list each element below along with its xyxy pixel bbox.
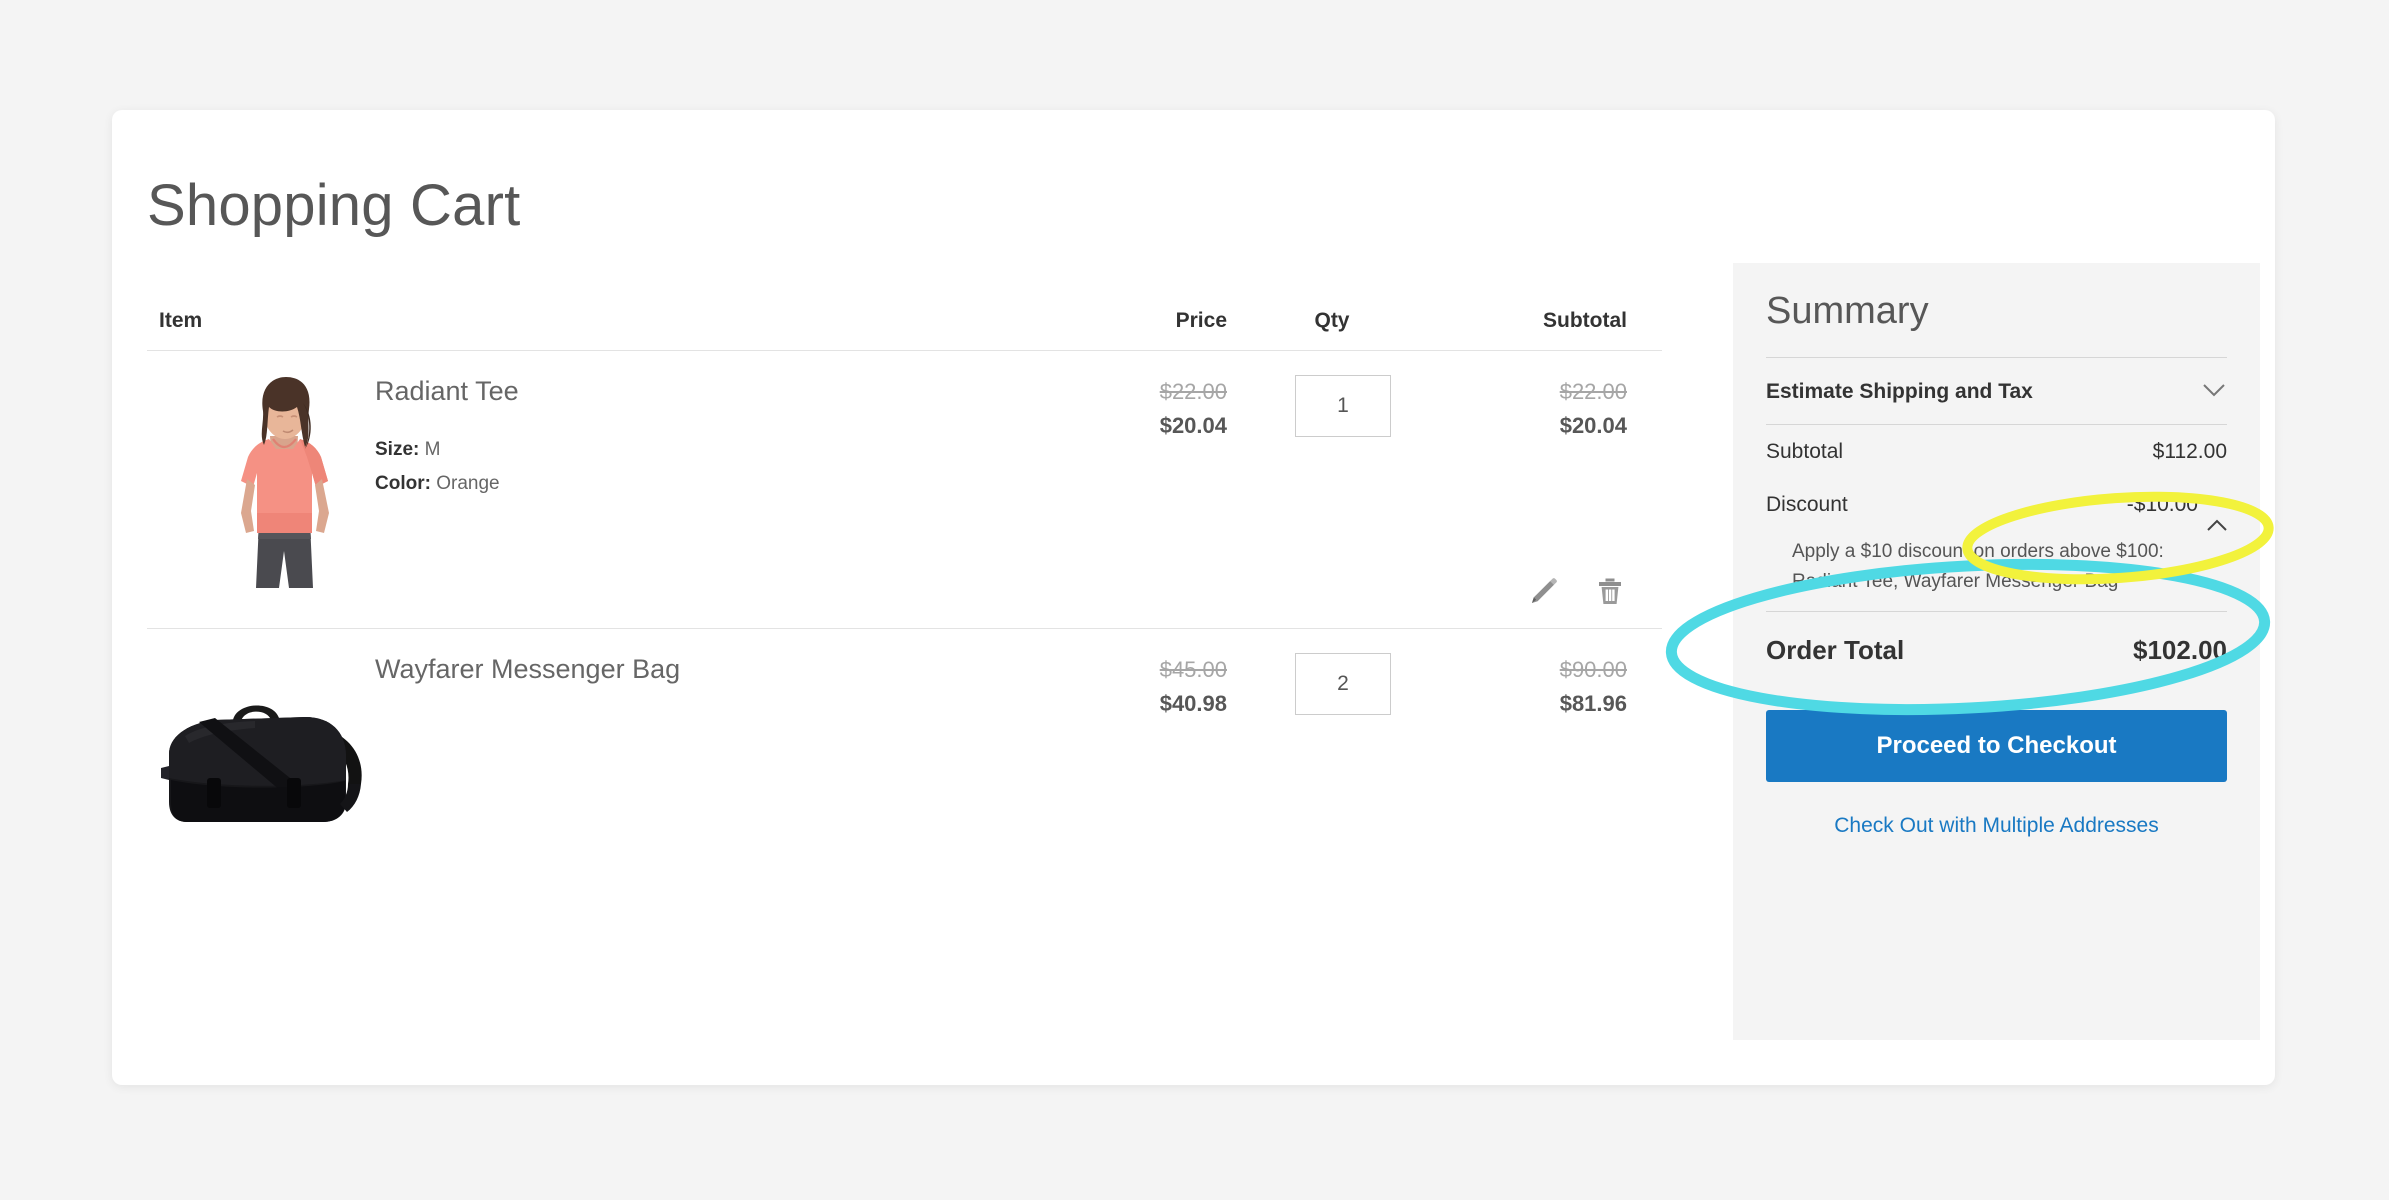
column-header-qty: Qty: [1314, 309, 1350, 332]
order-summary-panel: Summary Estimate Shipping and Tax Subtot…: [1733, 263, 2260, 1040]
order-total-value: $102.00: [2133, 634, 2227, 665]
item-subtotal-special: $20.04: [1559, 413, 1627, 438]
discount-rule-description: Apply a $10 discount on orders above $10…: [1766, 531, 2227, 612]
order-total-row: Order Total $102.00: [1766, 612, 2227, 688]
chevron-up-icon[interactable]: [2207, 498, 2227, 531]
item-price-special: $40.98: [1159, 691, 1227, 716]
discount-value: -$10.00: [2126, 492, 2198, 516]
table-row: Wayfarer Messenger Bag $45.00 $40.98 $90…: [147, 629, 1662, 879]
column-header-item: Item: [159, 309, 203, 332]
check-out-multiple-addresses-link[interactable]: Check Out with Multiple Addresses: [1766, 814, 2227, 838]
option-label: Size:: [375, 439, 420, 460]
estimate-shipping-and-tax-toggle[interactable]: Estimate Shipping and Tax: [1766, 358, 2227, 425]
item-price-cell: $22.00 $20.04: [1047, 375, 1227, 443]
item-option-size: Size: M: [375, 433, 500, 467]
chevron-down-icon: [2203, 383, 2225, 397]
discount-value-group[interactable]: -$10.00: [2127, 478, 2227, 531]
edit-pencil-icon[interactable]: [1529, 576, 1559, 606]
table-row: Radiant Tee Size: M Color: Orange $22.00…: [147, 351, 1662, 629]
qty-input[interactable]: [1295, 375, 1391, 437]
item-price-special: $20.04: [1159, 413, 1227, 438]
discount-label: Discount: [1766, 492, 1848, 516]
column-header-subtotal: Subtotal: [1543, 309, 1627, 332]
item-subtotal-cell: $90.00 $81.96: [1417, 653, 1627, 721]
item-subtotal-original: $22.00: [1559, 379, 1627, 404]
proceed-to-checkout-button[interactable]: Proceed to Checkout: [1766, 709, 2227, 782]
row-actions: [1529, 576, 1625, 606]
item-name[interactable]: Wayfarer Messenger Bag: [375, 654, 680, 685]
subtotal-value: $112.00: [2152, 439, 2227, 463]
qty-input[interactable]: [1295, 653, 1391, 715]
shopping-cart-card: Shopping Cart Item Price Qty Subtotal Ra…: [112, 110, 2275, 1085]
item-name[interactable]: Radiant Tee: [375, 376, 519, 407]
item-subtotal-special: $81.96: [1559, 691, 1627, 716]
column-header-price: Price: [1175, 309, 1227, 332]
option-label: Color:: [375, 473, 431, 494]
cart-items-table: Item Price Qty Subtotal Radiant Tee Size…: [147, 295, 1662, 879]
summary-title: Summary: [1766, 290, 1929, 332]
subtotal-row: Subtotal $112.00: [1766, 425, 2227, 478]
item-option-color: Color: Orange: [375, 467, 500, 501]
discount-row[interactable]: Discount -$10.00: [1766, 478, 2227, 531]
item-price-original: $22.00: [1159, 379, 1227, 404]
subtotal-label: Subtotal: [1766, 439, 1844, 463]
table-header-row: Item Price Qty Subtotal: [147, 295, 1662, 351]
option-value: Orange: [436, 473, 500, 494]
estimate-shipping-label: Estimate Shipping and Tax: [1766, 379, 2033, 403]
page-title: Shopping Cart: [147, 172, 521, 238]
item-subtotal-original: $90.00: [1559, 657, 1627, 682]
wayfarer-messenger-bag-photo[interactable]: [155, 684, 370, 844]
trash-delete-icon[interactable]: [1595, 576, 1625, 606]
item-price-cell: $45.00 $40.98: [1047, 653, 1227, 721]
item-subtotal-cell: $22.00 $20.04: [1417, 375, 1627, 443]
item-price-original: $45.00: [1159, 657, 1227, 682]
option-value: M: [424, 439, 441, 460]
order-total-label: Order Total: [1766, 634, 1905, 665]
item-options: Size: M Color: Orange: [375, 433, 500, 501]
radiant-tee-photo[interactable]: [197, 373, 372, 588]
